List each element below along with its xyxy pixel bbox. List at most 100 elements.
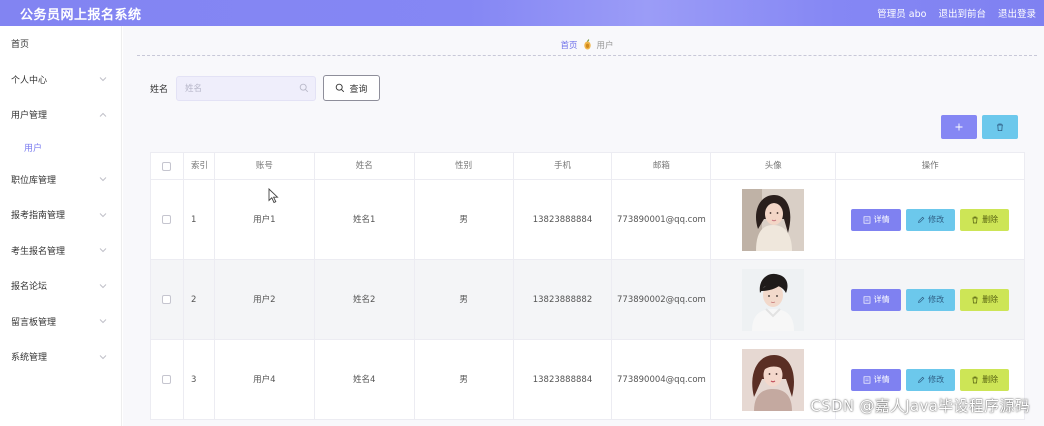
sidebar-item-label: 个人中心: [11, 75, 48, 86]
batch-delete-button[interactable]: [982, 115, 1018, 139]
row-checkbox-cell: [151, 260, 184, 339]
user-table: 索引 账号 姓名 性别 手机 邮箱 头像 操作 1 用户1 姓名1 男 1382…: [150, 152, 1026, 420]
sidebar-item-personal-center[interactable]: 个人中心: [0, 62, 121, 98]
edit-button-label: 修改: [928, 374, 945, 384]
cell-phone: 13823888882: [514, 260, 613, 339]
cell-email: 773890004@qq.com: [612, 340, 712, 419]
avatar[interactable]: [742, 268, 805, 331]
chevron-down-icon: [99, 283, 107, 288]
sidebar-item-user-management[interactable]: 用户管理: [0, 97, 121, 133]
sidebar-item-forum[interactable]: 报名论坛: [0, 268, 121, 304]
column-header: 性别: [415, 153, 514, 179]
add-button[interactable]: [941, 115, 977, 139]
query-button[interactable]: 查询: [323, 75, 380, 101]
logout-link[interactable]: 退出登录: [998, 6, 1036, 20]
column-header: 姓名: [315, 153, 415, 179]
breadcrumb: 首页 用户: [137, 34, 1037, 56]
table-row: 2 用户2 姓名2 男 13823888882 773890002@qq.com: [151, 260, 1026, 340]
row-checkbox[interactable]: [162, 295, 172, 304]
cell-account: 用户2: [215, 260, 315, 339]
sidebar-item-system-management[interactable]: 系统管理: [0, 339, 121, 375]
back-to-front-link[interactable]: 退出到前台: [938, 6, 986, 20]
search-bar: 姓名 姓名 查询: [150, 75, 380, 101]
cell-name: 姓名4: [315, 340, 415, 419]
edit-button[interactable]: 修改: [906, 368, 956, 391]
cell-email: 773890002@qq.com: [612, 260, 712, 339]
edit-button[interactable]: 修改: [906, 288, 956, 311]
detail-button[interactable]: 详情: [851, 208, 902, 231]
select-all-checkbox[interactable]: [162, 161, 172, 171]
row-checkbox-cell: [151, 180, 184, 259]
mouse-cursor-icon: [268, 188, 279, 204]
document-icon: [863, 295, 870, 304]
search-label: 姓名: [150, 84, 169, 95]
sidebar-item-registration[interactable]: 考生报名管理: [0, 233, 121, 269]
chevron-down-icon: [99, 77, 107, 82]
detail-button[interactable]: 详情: [851, 288, 902, 311]
sidebar-subitem-label: 用户: [24, 143, 43, 154]
search-placeholder: 姓名: [185, 84, 203, 94]
breadcrumb-home[interactable]: 首页: [560, 39, 577, 51]
document-icon: [863, 375, 870, 384]
sidebar-item-label: 职位库管理: [11, 175, 57, 186]
trash-icon: [972, 376, 978, 383]
sidebar-item-label: 报考指南管理: [11, 211, 66, 222]
female-avatar-image: [742, 188, 805, 251]
avatar[interactable]: [742, 188, 805, 251]
table-row: 1 用户1 姓名1 男 13823888884 773890001@qq.com: [151, 180, 1026, 260]
sidebar-item-label: 首页: [11, 40, 30, 51]
sidebar-item-message-board[interactable]: 留言板管理: [0, 304, 121, 340]
admin-user-label[interactable]: 管理员 abo: [877, 6, 926, 20]
sidebar-subitem-users[interactable]: 用户: [0, 133, 121, 162]
row-checkbox-cell: [151, 340, 184, 419]
watermark: CSDN @嘉人Java毕设程序源码: [810, 397, 1030, 415]
delete-button[interactable]: 删除: [960, 288, 1010, 311]
cell-gender: 男: [415, 340, 514, 419]
detail-button-label: 详情: [873, 214, 890, 224]
sidebar: 首页 个人中心 用户管理 用户 职位库管理 报考指南管理 考生报名管理 报名论坛…: [0, 26, 122, 426]
cell-index: 2: [184, 260, 215, 339]
sidebar-item-home[interactable]: 首页: [0, 26, 121, 62]
chevron-down-icon: [99, 248, 107, 253]
detail-button-label: 详情: [873, 294, 890, 304]
trash-icon: [972, 296, 978, 303]
row-checkbox[interactable]: [162, 375, 172, 384]
column-header: 头像: [711, 153, 837, 179]
edit-button[interactable]: 修改: [906, 208, 956, 231]
sidebar-item-label: 系统管理: [11, 353, 48, 364]
document-icon: [863, 215, 870, 224]
sidebar-item-label: 留言板管理: [11, 317, 57, 328]
sidebar-item-position-library[interactable]: 职位库管理: [0, 162, 121, 198]
chevron-up-icon: [99, 112, 107, 117]
chevron-down-icon: [99, 212, 107, 217]
avatar[interactable]: [742, 348, 805, 411]
name-search-input[interactable]: 姓名: [176, 75, 316, 101]
cell-account: 用户1: [215, 180, 315, 259]
header-checkbox-cell: [151, 153, 184, 179]
column-header: 手机: [514, 153, 613, 179]
sidebar-item-exam-guide[interactable]: 报考指南管理: [0, 197, 121, 233]
cell-phone: 13823888884: [514, 340, 613, 419]
table-header: 索引 账号 姓名 性别 手机 邮箱 头像 操作: [151, 153, 1026, 180]
cell-phone: 13823888884: [514, 180, 613, 259]
delete-button[interactable]: 删除: [960, 208, 1010, 231]
sidebar-item-label: 考生报名管理: [11, 246, 66, 257]
edit-button-label: 修改: [928, 214, 945, 224]
breadcrumb-separator-icon: [583, 39, 591, 50]
detail-button-label: 详情: [873, 374, 890, 384]
delete-button[interactable]: 删除: [960, 368, 1010, 391]
edit-icon: [918, 376, 925, 383]
cell-account: 用户4: [215, 340, 315, 419]
avatar-cell: [711, 260, 837, 339]
delete-button-label: 删除: [982, 214, 999, 224]
app-title: 公务员网上报名系统: [20, 7, 142, 23]
detail-button[interactable]: 详情: [851, 368, 902, 391]
query-button-label: 查询: [349, 84, 368, 95]
edit-icon: [918, 216, 925, 223]
column-header: 账号: [215, 153, 315, 179]
operations-cell: 详情 修改 删除: [836, 180, 1026, 259]
avatar-cell: [711, 180, 837, 259]
row-checkbox[interactable]: [162, 215, 172, 224]
cell-email: 773890001@qq.com: [612, 180, 712, 259]
plus-icon: [955, 123, 963, 131]
